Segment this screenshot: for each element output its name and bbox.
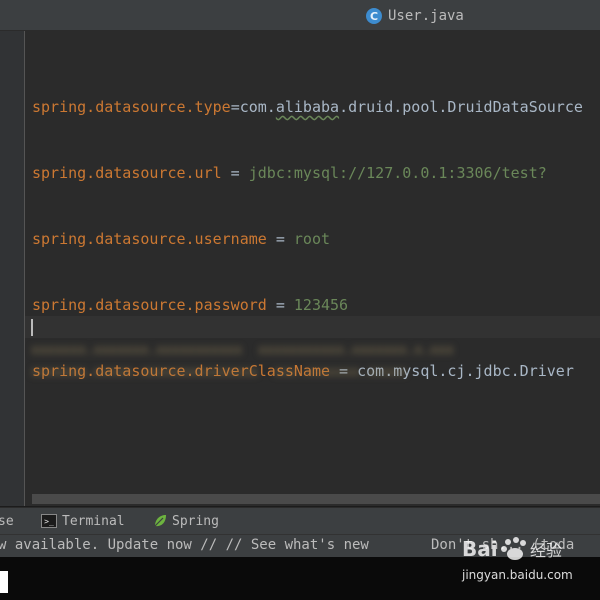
code-line[interactable]: spring.datasource.username = root xyxy=(32,228,583,250)
property-value: jdbc:mysql://127.0.0.1:3306/test? xyxy=(248,164,547,182)
code-line[interactable]: spring.datasource.password = 123456 xyxy=(32,294,583,316)
spring-tool-button[interactable]: Spring xyxy=(152,512,219,530)
current-line-highlight xyxy=(25,316,600,338)
editor-tab-user-java[interactable]: C User.java xyxy=(366,5,464,27)
editor-tab-label: User.java xyxy=(388,8,464,24)
property-value: root xyxy=(293,230,331,248)
tool-window-bar: se >_ Terminal Spring xyxy=(0,507,600,534)
property-value: 123456 xyxy=(293,296,349,314)
code-line[interactable]: spring.datasource.type=com.alibaba.druid… xyxy=(32,96,583,118)
property-value: com.alibaba.druid.pool.DruidDataSource xyxy=(239,98,583,116)
blurred-code-line: xxxxxxx.xxxxxxx.xxxxxxxxxxx xxxxxxxxxxx.… xyxy=(31,343,454,358)
update-notification[interactable]: w available. Update now // // See what's… xyxy=(0,537,369,553)
tool-window-partial[interactable]: se xyxy=(0,512,14,530)
dont-show-link[interactable]: Don't sh... (toda xyxy=(431,537,574,553)
editor-gutter xyxy=(0,31,25,506)
editor-tab-bar: C User.java xyxy=(0,0,600,31)
blurred-code-line: xxxxxxx.xxxxx.xxxxxxxxxxxxxxx xxx.xxxxxx… xyxy=(31,365,407,380)
spring-leaf-icon xyxy=(154,515,166,527)
taskbar-app-icon[interactable] xyxy=(0,571,8,593)
ide-window: C User.java spring.datasource.type=com.a… xyxy=(0,0,600,600)
status-bar: w available. Update now // // See what's… xyxy=(0,534,600,557)
java-class-icon: C xyxy=(366,8,382,24)
code-line[interactable]: spring.datasource.url = jdbc:mysql://127… xyxy=(32,162,583,184)
horizontal-scrollbar[interactable] xyxy=(32,494,600,504)
terminal-icon: >_ xyxy=(41,514,57,528)
text-caret xyxy=(31,319,33,336)
terminal-tool-button[interactable]: >_ Terminal xyxy=(41,512,125,530)
taskbar xyxy=(0,557,600,600)
code-editor[interactable]: spring.datasource.type=com.alibaba.druid… xyxy=(25,31,600,506)
